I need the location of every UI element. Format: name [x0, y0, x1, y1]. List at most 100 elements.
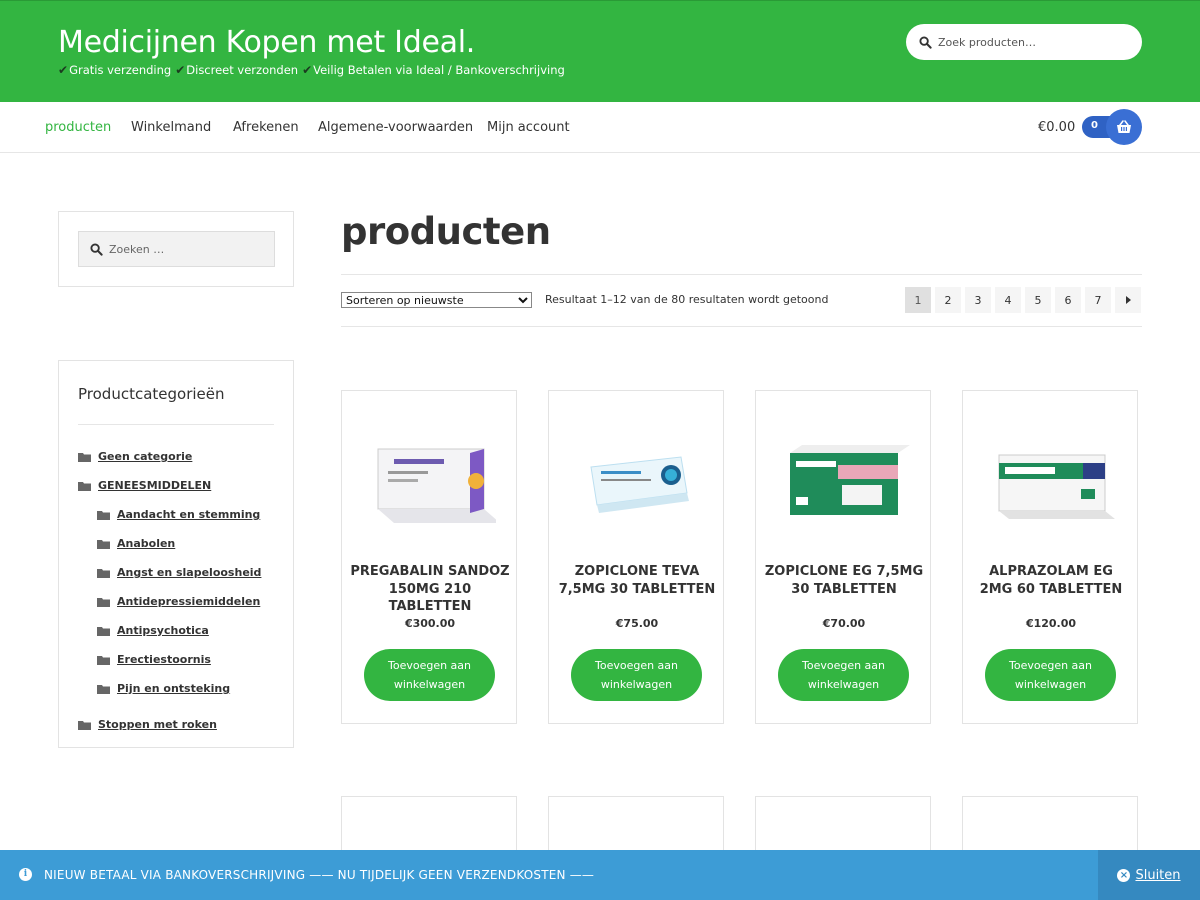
checkmark-icon: ✔: [302, 63, 313, 77]
category-label[interactable]: Antidepressiemiddelen: [117, 595, 260, 608]
result-count: Resultaat 1–12 van de 80 resultaten word…: [545, 293, 829, 306]
sort-select[interactable]: Sorteren op nieuwste: [341, 292, 532, 308]
site-title[interactable]: Medicijnen Kopen met Ideal.: [58, 25, 475, 60]
tagline: ✔ Gratis verzending ✔ Discreet verzonden ✔…: [58, 63, 565, 77]
category-label[interactable]: GENEESMIDDELEN: [98, 479, 211, 492]
category-item[interactable]: Angst en slapeloosheid: [97, 566, 261, 579]
product-card[interactable]: ALPRAZOLAM EG 2MG 60 TABLETTEN €120.00 T…: [962, 390, 1138, 724]
next-page-button[interactable]: [1115, 287, 1141, 313]
product-card[interactable]: [341, 796, 517, 856]
caret-right-icon: [1126, 296, 1131, 304]
category-item[interactable]: Anabolen: [97, 537, 175, 550]
add-to-cart-button[interactable]: Toevoegen aan winkelwagen: [364, 649, 495, 701]
folder-icon: [97, 626, 110, 636]
folder-icon: [97, 684, 110, 694]
search-icon: [919, 35, 932, 49]
product-name[interactable]: ZOPICLONE EG 7,5MG 30 TABLETTEN: [764, 563, 924, 598]
category-label[interactable]: Angst en slapeloosheid: [117, 566, 261, 579]
product-price: €300.00: [404, 617, 456, 630]
dismiss-notice-button[interactable]: × Sluiten: [1098, 850, 1200, 900]
folder-icon: [97, 539, 110, 549]
categories-title: Productcategorieën: [78, 385, 225, 403]
folder-icon: [97, 510, 110, 520]
page-4[interactable]: 4: [995, 287, 1021, 313]
add-to-cart-button[interactable]: Toevoegen aan winkelwagen: [571, 649, 702, 701]
product-card[interactable]: [755, 796, 931, 856]
cart-button[interactable]: [1106, 109, 1142, 145]
folder-icon: [97, 597, 110, 607]
divider: [78, 424, 274, 425]
page-3[interactable]: 3: [965, 287, 991, 313]
category-item[interactable]: Pijn en ontsteking: [97, 682, 230, 695]
category-item[interactable]: Antidepressiemiddelen: [97, 595, 260, 608]
sidebar-search-widget: [58, 211, 294, 287]
category-label[interactable]: Anabolen: [117, 537, 175, 550]
product-card[interactable]: ZOPICLONE EG 7,5MG 30 TABLETTEN €70.00 T…: [755, 390, 931, 724]
product-image: [377, 448, 496, 523]
close-icon: ×: [1117, 868, 1131, 882]
product-card[interactable]: [548, 796, 724, 856]
checkmark-icon: ✔: [175, 63, 186, 77]
product-categories-widget: Productcategorieën Geen categorie GENEESM…: [58, 360, 294, 748]
category-item[interactable]: Antipsychotica: [97, 624, 209, 637]
pagination: 1 2 3 4 5 6 7: [905, 287, 1141, 313]
product-search-input[interactable]: [938, 35, 1128, 49]
dismiss-label: Sluiten: [1135, 867, 1181, 883]
add-to-cart-button[interactable]: Toevoegen aan winkelwagen: [985, 649, 1116, 701]
tagline-discreet: Discreet verzonden: [186, 63, 299, 77]
nav-item-algemene-voorwaarden[interactable]: Algemene-voorwaarden: [318, 120, 473, 135]
product-card[interactable]: [962, 796, 1138, 856]
page-5[interactable]: 5: [1025, 287, 1051, 313]
category-label[interactable]: Aandacht en stemming: [117, 508, 260, 521]
category-label[interactable]: Erectiestoornis: [117, 653, 211, 666]
cart-total[interactable]: €0.00: [1038, 120, 1075, 135]
store-notice: i NIEUW BETAAL VIA BANKOVERSCHRIJVING ——…: [0, 850, 1200, 900]
notice-text: NIEUW BETAAL VIA BANKOVERSCHRIJVING —— N…: [44, 868, 595, 882]
nav-item-mijn-account[interactable]: Mijn account: [487, 120, 570, 135]
page-2[interactable]: 2: [935, 287, 961, 313]
search-icon: [90, 242, 103, 256]
product-price: €75.00: [615, 617, 659, 630]
info-icon: i: [19, 868, 32, 881]
add-to-cart-button[interactable]: Toevoegen aan winkelwagen: [778, 649, 909, 701]
product-name[interactable]: ZOPICLONE TEVA 7,5MG 30 TABLETTEN: [557, 563, 717, 598]
nav-item-winkelmand[interactable]: Winkelmand: [131, 120, 211, 135]
category-label[interactable]: Antipsychotica: [117, 624, 209, 637]
checkmark-icon: ✔: [58, 63, 69, 77]
basket-icon: [1117, 120, 1131, 133]
product-name[interactable]: PREGABALIN SANDOZ 150MG 210 TABLETTEN: [350, 563, 510, 616]
category-item[interactable]: Erectiestoornis: [97, 653, 211, 666]
page-1[interactable]: 1: [905, 287, 931, 313]
header-search[interactable]: [906, 24, 1142, 60]
product-name[interactable]: ALPRAZOLAM EG 2MG 60 TABLETTEN: [971, 563, 1131, 598]
category-item[interactable]: Stoppen met roken: [78, 718, 217, 731]
category-item[interactable]: Aandacht en stemming: [97, 508, 260, 521]
folder-icon: [78, 481, 91, 491]
product-price: €70.00: [822, 617, 866, 630]
product-price: €120.00: [1025, 617, 1077, 630]
category-item[interactable]: Geen categorie: [78, 450, 192, 463]
category-label[interactable]: Pijn en ontsteking: [117, 682, 230, 695]
category-item[interactable]: GENEESMIDDELEN: [78, 479, 211, 492]
nav-item-afrekenen[interactable]: Afrekenen: [233, 120, 299, 135]
category-label[interactable]: Stoppen met roken: [98, 718, 217, 731]
page-7[interactable]: 7: [1085, 287, 1111, 313]
sidebar-search-input[interactable]: [109, 242, 269, 256]
product-image: [998, 454, 1115, 519]
divider: [341, 326, 1142, 327]
site-header: Medicijnen Kopen met Ideal. ✔ Gratis verz…: [0, 0, 1200, 102]
sidebar-search[interactable]: [78, 231, 275, 267]
folder-icon: [78, 452, 91, 462]
page-6[interactable]: 6: [1055, 287, 1081, 313]
folder-icon: [97, 655, 110, 665]
product-image: [790, 445, 910, 515]
product-card[interactable]: ZOPICLONE TEVA 7,5MG 30 TABLETTEN €75.00…: [548, 390, 724, 724]
tagline-payment: Veilig Betalen via Ideal / Bankoverschri…: [313, 63, 565, 77]
product-card[interactable]: PREGABALIN SANDOZ 150MG 210 TABLETTEN €3…: [341, 390, 517, 724]
product-image: [590, 456, 689, 513]
folder-icon: [97, 568, 110, 578]
nav-item-producten[interactable]: producten: [45, 120, 111, 135]
primary-navigation: producten Winkelmand Afrekenen Algemene-…: [0, 102, 1200, 153]
category-label[interactable]: Geen categorie: [98, 450, 192, 463]
page-title: producten: [341, 210, 551, 253]
